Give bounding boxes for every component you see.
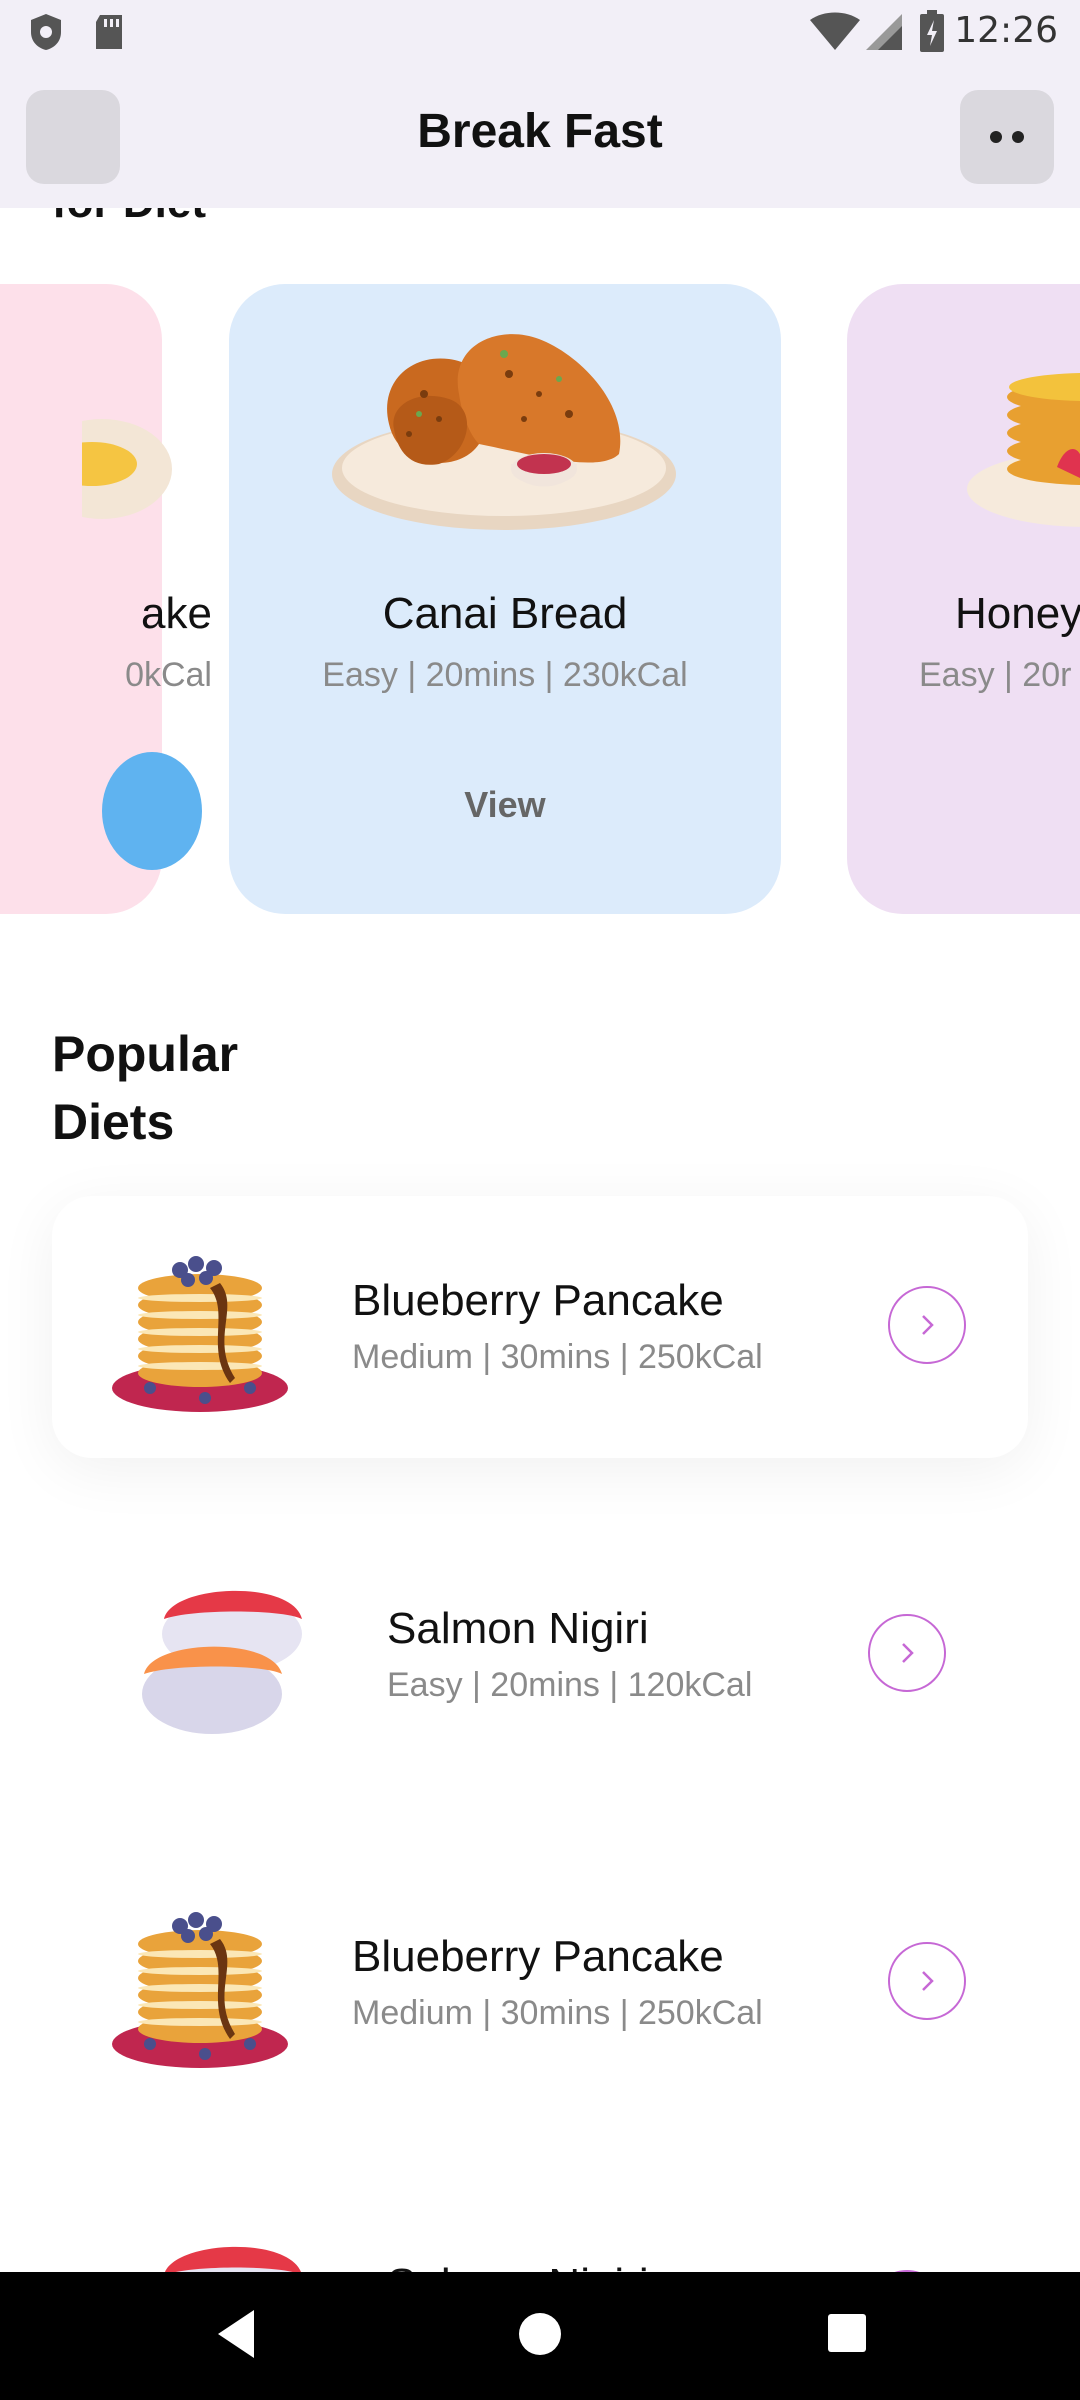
chevron-right-icon	[922, 1315, 934, 1335]
diet-name: Salmon Nigiri	[387, 1604, 649, 1653]
honey-pancake-image	[967, 373, 1080, 527]
wifi-icon	[810, 12, 860, 50]
diet-name: Blueberry Pancake	[352, 1276, 724, 1325]
battery-icon	[920, 10, 944, 52]
card-meta: Easy | 20r	[919, 656, 1072, 694]
diet-meta: Medium | 30mins | 250kCal	[352, 1338, 763, 1376]
diet-card-canai-bread[interactable]: Canai Bread Easy | 20mins | 230kCal View	[229, 284, 781, 914]
more-button[interactable]	[960, 90, 1054, 184]
recents-square-icon[interactable]	[824, 2306, 868, 2362]
open-diet-button[interactable]	[888, 1286, 966, 1364]
view-button[interactable]	[102, 752, 202, 870]
open-diet-button[interactable]	[868, 1614, 946, 1692]
pancake-image	[112, 1256, 288, 1412]
back-triangle-icon[interactable]	[214, 2306, 258, 2362]
popular-diet-item[interactable]: Blueberry Pancake Medium | 30mins | 250k…	[52, 1852, 1028, 2114]
food-image	[82, 419, 172, 519]
recommendation-carousel[interactable]: ake 0kCal Canai Bread Easy | 20mins | 23…	[0, 280, 1080, 920]
canai-bread-image	[332, 334, 676, 530]
popular-diet-item[interactable]: Salmon Nigiri	[52, 2180, 1028, 2272]
page-title: Break Fast	[417, 105, 663, 158]
card-meta: Easy | 20mins | 230kCal	[322, 656, 688, 694]
card-meta: 0kCal	[125, 656, 212, 694]
chevron-right-icon	[902, 1643, 914, 1663]
diet-name: Salmon Nigiri	[387, 2260, 649, 2272]
popular-diet-item[interactable]: Salmon Nigiri Easy | 20mins | 120kCal	[52, 1524, 1028, 1786]
sd-card-icon	[96, 15, 122, 49]
card-name: ake	[141, 589, 212, 638]
pancake-image	[112, 1912, 288, 2068]
status-bar: 12:26	[0, 0, 1080, 64]
status-time: 12:26	[954, 10, 1058, 51]
diet-meta: Medium | 30mins | 250kCal	[352, 1994, 763, 2032]
diet-card-left[interactable]: ake 0kCal	[0, 284, 212, 914]
card-name: Honey	[955, 589, 1080, 638]
diet-card-right[interactable]: Honey Easy | 20r	[847, 284, 1080, 914]
home-circle-icon[interactable]	[516, 2306, 564, 2362]
popular-diet-item[interactable]: Blueberry Pancake Medium | 30mins | 250k…	[52, 1196, 1028, 1458]
view-button[interactable]: View	[229, 784, 781, 826]
open-diet-button[interactable]	[888, 1942, 966, 2020]
app-bar: Break Fast	[0, 64, 1080, 208]
chevron-right-icon	[922, 1971, 934, 1991]
shield-icon	[31, 14, 61, 50]
more-icon-dot	[1012, 131, 1024, 143]
sushi-image	[142, 1590, 302, 1734]
card-name: Canai Bread	[382, 589, 628, 638]
more-icon	[990, 131, 1002, 143]
sushi-image	[165, 2246, 301, 2272]
diet-name: Blueberry Pancake	[352, 1932, 724, 1981]
popular-diets-title: Popular Diets	[52, 1026, 239, 1150]
system-nav-bar	[0, 2272, 1080, 2400]
signal-icon	[866, 14, 902, 50]
diet-meta: Easy | 20mins | 120kCal	[387, 1666, 753, 1704]
